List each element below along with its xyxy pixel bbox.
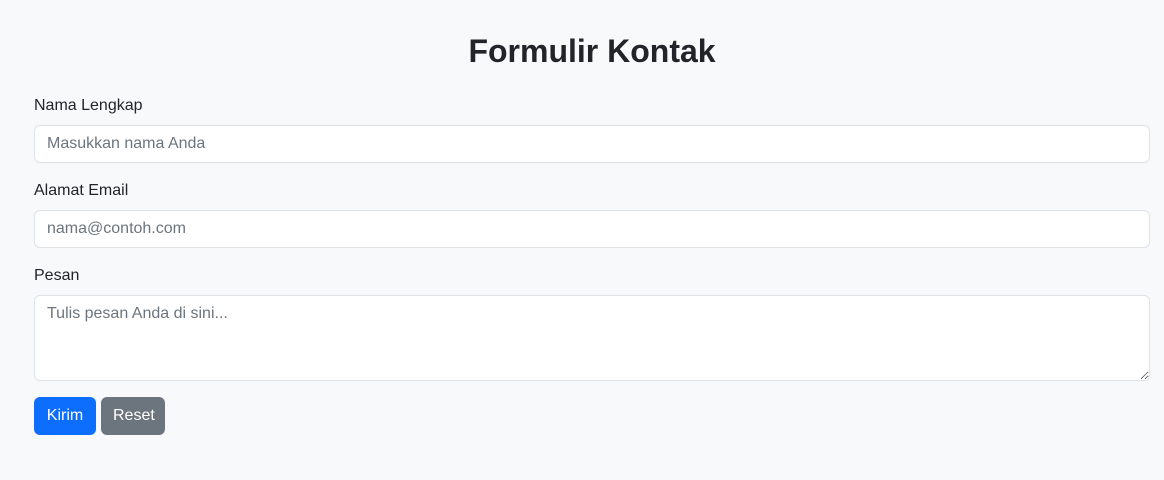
email-label: Alamat Email	[34, 182, 129, 199]
message-group: Pesan	[34, 266, 1150, 381]
message-label: Pesan	[34, 267, 80, 284]
reset-button[interactable]: Reset	[101, 397, 165, 435]
form-title: Formulir Kontak	[468, 33, 716, 69]
email-input[interactable]	[34, 210, 1150, 248]
contact-form-page: Formulir Kontak Nama Lengkap Alamat Emai…	[0, 0, 1164, 480]
name-label: Nama Lengkap	[34, 97, 143, 114]
name-input[interactable]	[34, 125, 1150, 163]
form-buttons: Kirim Reset	[34, 397, 1150, 435]
email-group: Alamat Email	[34, 181, 1150, 248]
name-group: Nama Lengkap	[34, 96, 1150, 163]
submit-button[interactable]: Kirim	[34, 397, 96, 435]
message-textarea[interactable]	[34, 295, 1150, 381]
